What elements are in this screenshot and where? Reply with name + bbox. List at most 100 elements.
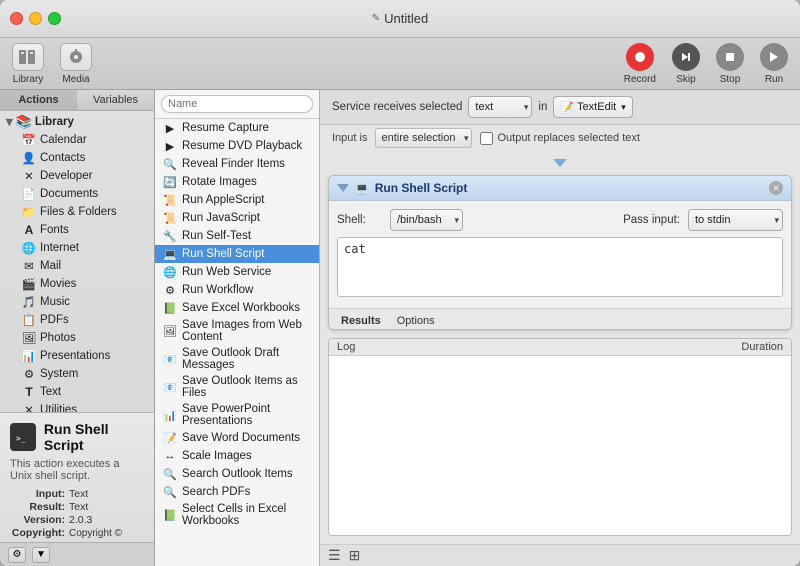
library-icon[interactable] (12, 43, 44, 71)
card-body: Shell: /bin/bash /bin/sh /bin/zsh ▾ P (329, 201, 791, 308)
in-label: in (538, 101, 547, 113)
list-view-button[interactable]: ☰ (328, 547, 341, 564)
library-tool[interactable]: Library (12, 43, 44, 85)
sidebar-item-text[interactable]: T Text (0, 383, 154, 401)
list-item[interactable]: ▶ Resume Capture (155, 119, 319, 137)
list-item[interactable]: 📜 Run JavaScript (155, 209, 319, 227)
developer-icon: ✕ (22, 169, 36, 183)
sidebar-item-calendar[interactable]: 📅 Calendar (0, 131, 154, 149)
sidebar-item-movies[interactable]: 🎬 Movies (0, 275, 154, 293)
list-item[interactable]: 🔍 Search PDFs (155, 483, 319, 501)
item-icon: 📜 (163, 193, 177, 207)
list-item[interactable]: 🔄 Rotate Images (155, 173, 319, 191)
item-label: Save Outlook Draft Messages (182, 347, 311, 371)
connector-arrow-icon (553, 159, 567, 167)
card-header: 💻 Run Shell Script ✕ (329, 176, 791, 201)
close-button[interactable] (10, 12, 23, 25)
stop-button[interactable]: Stop (716, 43, 744, 85)
sidebar-item-presentations[interactable]: 📊 Presentations (0, 347, 154, 365)
sidebar-item-photos[interactable]: 🖼 Photos (0, 329, 154, 347)
sidebar-item-internet[interactable]: 🌐 Internet (0, 239, 154, 257)
presentations-icon: 📊 (22, 349, 36, 363)
sidebar-item-documents[interactable]: 📄 Documents (0, 185, 154, 203)
pass-input-select-wrap: to stdin as arguments ▾ (688, 209, 783, 231)
info-button[interactable]: ▼ (32, 547, 50, 563)
sidebar-item-pdfs[interactable]: 📋 PDFs (0, 311, 154, 329)
card-close-button[interactable]: ✕ (769, 181, 783, 195)
sidebar-item-label: Text (40, 386, 61, 398)
sidebar-item-library[interactable]: ▶ 📚 Library (0, 113, 154, 131)
stop-icon (716, 43, 744, 71)
search-input[interactable] (161, 95, 313, 113)
pass-input-select[interactable]: to stdin as arguments (688, 209, 783, 231)
log-body (329, 356, 791, 535)
list-search (155, 90, 319, 119)
list-item[interactable]: ↔ Scale Images (155, 447, 319, 465)
sidebar-item-mail[interactable]: ✉ Mail (0, 257, 154, 275)
list-item[interactable]: 📝 Save Word Documents (155, 429, 319, 447)
shell-select[interactable]: /bin/bash /bin/sh /bin/zsh (390, 209, 463, 231)
document-icon: ✎ (372, 13, 380, 24)
desc-header: >_ Run Shell Script (10, 421, 144, 453)
record-button[interactable]: Record (624, 43, 656, 85)
fonts-icon: A (22, 223, 36, 237)
system-icon: ⚙ (22, 367, 36, 381)
skip-button[interactable]: Skip (672, 43, 700, 85)
input-select-wrap: entire selection selection only ▾ (375, 128, 472, 148)
sidebar-item-music[interactable]: 🎵 Music (0, 293, 154, 311)
sidebar-item-files-folders[interactable]: 📁 Files & Folders (0, 203, 154, 221)
input-type-select[interactable]: entire selection selection only (375, 128, 472, 148)
item-icon: 🔧 (163, 229, 177, 243)
list-item[interactable]: 📧 Save Outlook Items as Files (155, 373, 319, 401)
media-tool[interactable]: Media (60, 43, 92, 85)
list-item[interactable]: 🔧 Run Self-Test (155, 227, 319, 245)
list-item[interactable]: 📗 Save Excel Workbooks (155, 299, 319, 317)
input-bar: Input is entire selection selection only… (320, 125, 800, 151)
item-icon: ↔ (163, 449, 177, 463)
list-item[interactable]: 📧 Save Outlook Draft Messages (155, 345, 319, 373)
item-icon: 📗 (163, 508, 177, 522)
duration-col-label: Duration (713, 341, 783, 353)
sidebar-item-label: Library (35, 116, 74, 128)
list-item[interactable]: ⚙ Run Workflow (155, 281, 319, 299)
sidebar-item-system[interactable]: ⚙ System (0, 365, 154, 383)
list-item[interactable]: 🔍 Search Outlook Items (155, 465, 319, 483)
card-collapse-icon[interactable] (337, 184, 349, 192)
sidebar-item-developer[interactable]: ✕ Developer (0, 167, 154, 185)
list-item[interactable]: 🖼 Save Images from Web Content (155, 317, 319, 345)
maximize-button[interactable] (48, 12, 61, 25)
list-item[interactable]: 📗 Select Cells in Excel Workbooks (155, 501, 319, 529)
settings-button[interactable]: ⚙ (8, 547, 26, 563)
list-item[interactable]: 📜 Run AppleScript (155, 191, 319, 209)
calendar-icon: 📅 (22, 133, 36, 147)
sidebar-tree: ▶ 📚 Library 📅 Calendar 👤 Contacts ✕ Deve… (0, 111, 154, 412)
sidebar-item-utilities[interactable]: ✕ Utilities (0, 401, 154, 412)
tab-results[interactable]: Results (337, 313, 385, 329)
media-label: Media (62, 74, 89, 85)
input-is-label: Input is (332, 132, 367, 144)
script-editor[interactable]: cat (337, 237, 783, 297)
sidebar-item-contacts[interactable]: 👤 Contacts (0, 149, 154, 167)
sidebar-item-label: Music (40, 296, 70, 308)
media-icon[interactable] (60, 43, 92, 71)
list-item[interactable]: 📊 Save PowerPoint Presentations (155, 401, 319, 429)
output-replaces-checkbox[interactable] (480, 132, 493, 145)
tab-options[interactable]: Options (393, 313, 439, 329)
item-label: Select Cells in Excel Workbooks (182, 503, 311, 527)
tab-actions[interactable]: Actions (0, 90, 77, 110)
minimize-button[interactable] (29, 12, 42, 25)
pass-input-label: Pass input: (623, 214, 680, 226)
sidebar-item-fonts[interactable]: A Fonts (0, 221, 154, 239)
grid-view-button[interactable]: ⊞ (349, 547, 361, 564)
item-label: Scale Images (182, 450, 252, 462)
list-item-run-shell-script[interactable]: 💻 Run Shell Script (155, 245, 319, 263)
list-item[interactable]: 🔍 Reveal Finder Items (155, 155, 319, 173)
run-button[interactable]: Run (760, 43, 788, 85)
copyright-label: Copyright: (10, 527, 65, 539)
card-tabs: Results Options (329, 308, 791, 329)
text-type-select[interactable]: text files images (468, 96, 532, 118)
item-label: Run Web Service (182, 266, 271, 278)
list-item[interactable]: 🌐 Run Web Service (155, 263, 319, 281)
list-item[interactable]: ▶ Resume DVD Playback (155, 137, 319, 155)
tab-variables[interactable]: Variables (77, 90, 154, 110)
